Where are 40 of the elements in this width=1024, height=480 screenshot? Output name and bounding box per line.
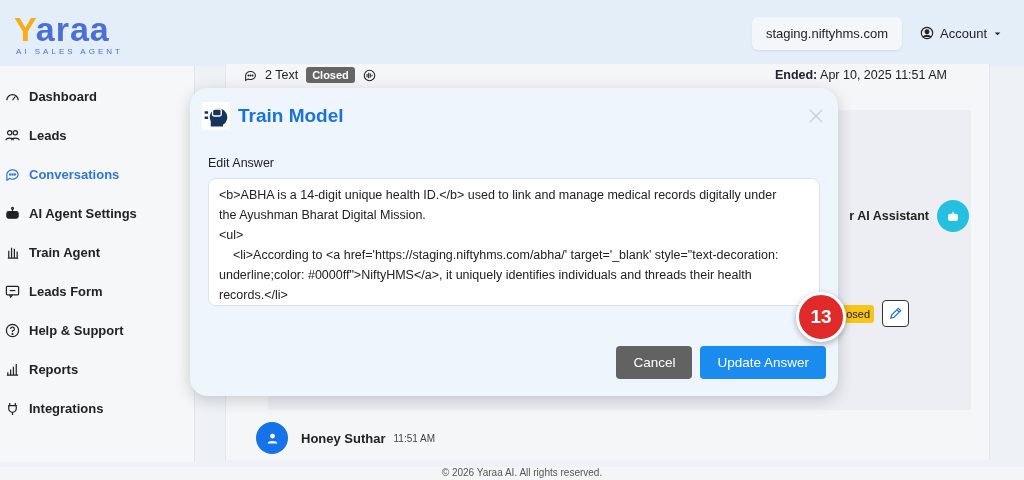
logo-tagline: AI SALES AGENT xyxy=(16,46,123,56)
ended-time: Ended: Apr 10, 2025 11:51 AM xyxy=(774,68,947,82)
domain-label: staging.niftyhms.com xyxy=(751,16,902,50)
account-menu[interactable]: Account xyxy=(920,25,1002,41)
status-badge: Closed xyxy=(306,67,355,83)
plug-icon xyxy=(5,401,20,416)
cancel-button[interactable]: Cancel xyxy=(616,346,693,379)
sidebar-item[interactable]: Dashboard xyxy=(0,77,194,116)
message-time: 11:51 AM xyxy=(393,432,436,444)
robot-icon xyxy=(5,206,20,221)
edit-button[interactable] xyxy=(882,300,909,327)
sidebar-item[interactable]: Reports xyxy=(0,350,194,389)
sidebar-item[interactable]: Train Agent xyxy=(0,233,194,272)
bar-chart-icon xyxy=(5,362,20,377)
sidebar-item[interactable]: AI Agent Settings xyxy=(0,194,194,233)
assistant-name: r AI Assistant xyxy=(849,209,929,223)
chat-icon xyxy=(244,68,257,82)
sidebar-item[interactable]: Leads xyxy=(0,116,194,155)
robot-icon xyxy=(946,209,960,223)
user-name: Honey Suthar xyxy=(301,430,386,446)
close-icon xyxy=(808,108,824,124)
help-icon xyxy=(5,323,20,338)
person-icon xyxy=(265,431,279,445)
audio-icon xyxy=(362,68,376,82)
people-icon xyxy=(5,128,20,143)
ai-head-icon xyxy=(202,102,230,130)
sidebar-item[interactable]: Integrations xyxy=(0,389,194,428)
message-count: 2 Text xyxy=(265,68,299,82)
chat-icon xyxy=(5,167,20,182)
sidebar-item[interactable]: Conversations xyxy=(0,155,194,194)
field-label: Edit Answer xyxy=(208,156,275,170)
answer-field[interactable]: <b>ABHA is a 14-digit unique health ID.</b> used to link and manage medical records digitally under the Ayushman Bharat Digital Mission. <ul> <li>According to <a href='https://staging.niftyhms.com/abha/' target='_blank' style="text-decoration: underline;color: #0000ff">NiftyHMS</a>, it uniquely identifies individuals and threads their health records.</li> xyxy=(208,178,820,306)
sidebar-item[interactable]: Leads Form xyxy=(0,272,194,311)
footer-text: © 2026 Yaraa AI. All rights reserved. xyxy=(0,467,1024,480)
dialog-title: Train Model xyxy=(238,105,344,127)
sidebar-item[interactable]: Help & Support xyxy=(0,311,194,350)
logo: Yaraa xyxy=(14,10,110,47)
user-icon xyxy=(920,26,934,40)
pencil-icon xyxy=(888,306,903,321)
form-icon xyxy=(5,284,20,299)
